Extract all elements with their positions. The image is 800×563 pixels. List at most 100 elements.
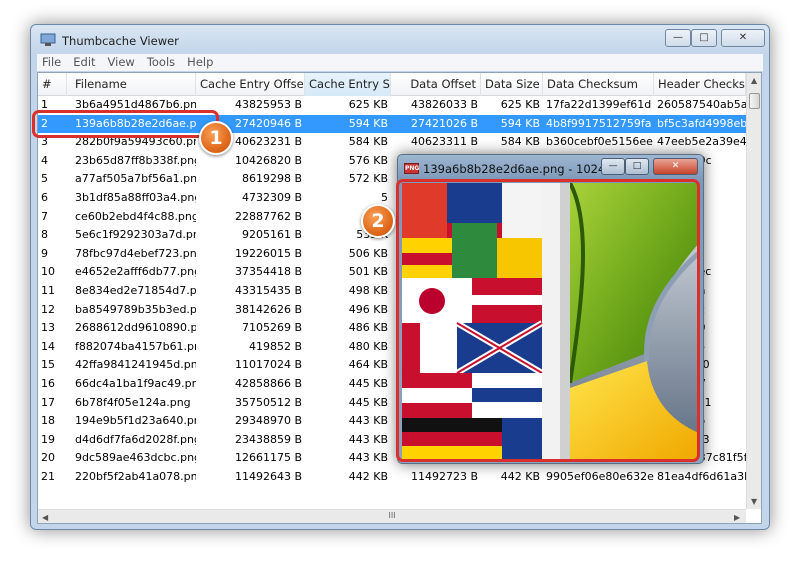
cell-data-checksum: b360cebf0e5156ee xyxy=(546,135,653,149)
cell-cache-entry-offset: 12661175 B xyxy=(234,451,302,465)
cell-cache-entry-offset: 35750512 B xyxy=(234,395,302,409)
scroll-grip[interactable]: III xyxy=(38,511,746,520)
cell-cache-entry-offset: 9205161 B xyxy=(241,228,302,242)
column-header-header-checksum[interactable]: Header Checksu xyxy=(654,73,746,96)
cell-data-size: 625 KB xyxy=(500,98,540,111)
cell-data-checksum: 17fa22d1399ef61d xyxy=(546,98,652,111)
cell-index: 19 xyxy=(41,432,55,446)
cell-filename: a77af505a7bf56a1.png xyxy=(75,172,196,186)
cell-cache-entry-size: 486 KB xyxy=(348,321,388,335)
list-header: # Filename Cache Entry Offset Cache Entr… xyxy=(38,73,746,96)
menu-bar: File Edit View Tools Help xyxy=(37,54,763,71)
cell-cache-entry-offset: 42858866 B xyxy=(234,377,302,390)
cell-index: 9 xyxy=(41,246,48,260)
scroll-down-icon[interactable]: ▼ xyxy=(751,497,757,506)
table-row[interactable]: 21 220bf5f2ab41a078.png 11492643 B 442 KB 11… xyxy=(38,468,746,486)
cell-filename: 78fbc97d4ebef723.png xyxy=(75,246,196,260)
scroll-up-icon[interactable]: ▲ xyxy=(751,76,757,85)
cell-cache-entry-size: 584 KB xyxy=(348,135,388,149)
cell-filename: 42ffa9841241945d.png xyxy=(75,358,196,372)
cell-index: 16 xyxy=(41,377,55,390)
cell-index: 18 xyxy=(41,414,55,428)
scroll-thumb[interactable] xyxy=(749,93,760,109)
horizontal-scrollbar[interactable]: ◀ III ▶ xyxy=(38,509,746,523)
cell-filename: 23b65d87ff8b338f.png xyxy=(75,153,196,167)
cell-index: 13 xyxy=(41,321,55,335)
cell-data-size: 594 KB xyxy=(500,116,540,130)
menu-file[interactable]: File xyxy=(42,54,61,71)
cell-filename: 220bf5f2ab41a078.png xyxy=(75,470,196,483)
cell-cache-entry-size: 506 KB xyxy=(348,246,388,260)
cell-data-checksum: 9905ef06e80e632e xyxy=(546,470,654,483)
cell-cache-entry-size: 442 KB xyxy=(348,470,388,483)
preview-close-button[interactable]: ✕ xyxy=(653,158,698,175)
cell-filename: 9dc589ae463dcbc.png xyxy=(75,451,196,465)
close-button[interactable]: ✕ xyxy=(721,29,765,47)
cell-cache-entry-offset: 11017024 B xyxy=(234,358,302,372)
column-header-data-checksum[interactable]: Data Checksum xyxy=(543,73,654,96)
cell-cache-entry-size: 445 KB xyxy=(348,395,388,409)
cell-cache-entry-size: 576 KB xyxy=(348,153,388,167)
title-bar[interactable]: Thumbcache Viewer — □ ✕ xyxy=(31,25,769,53)
cell-index: 17 xyxy=(41,395,55,409)
vertical-scrollbar[interactable]: ▲ ▼ xyxy=(746,73,761,509)
cell-filename: 2688612dd9610890.png xyxy=(75,321,196,335)
cell-filename: 3b1df85a88ff03a4.png xyxy=(75,191,196,204)
cell-index: 12 xyxy=(41,302,55,316)
cell-cache-entry-offset: 4732309 B xyxy=(241,191,302,204)
png-file-icon: PNG xyxy=(404,163,420,174)
callout-badge-1: 1 xyxy=(199,121,233,155)
scroll-right-icon[interactable]: ▶ xyxy=(734,513,740,522)
cell-data-offset: 40623311 B xyxy=(410,135,478,149)
cell-filename: 6b78f4f05e124a.png xyxy=(75,395,191,409)
maximize-button[interactable]: □ xyxy=(691,29,717,47)
highlight-selected-row xyxy=(32,110,219,138)
cell-data-offset: 43826033 B xyxy=(410,98,478,111)
column-header-index[interactable]: # xyxy=(38,73,67,96)
cell-filename: ba8549789b35b3ed.png xyxy=(75,302,196,316)
preview-maximize-button[interactable]: □ xyxy=(625,158,649,175)
cell-index: 5 xyxy=(41,172,48,186)
cell-cache-entry-size: 443 KB xyxy=(348,432,388,446)
column-header-cache-entry-size[interactable]: Cache Entry S... xyxy=(305,73,391,96)
cell-cache-entry-offset: 19226015 B xyxy=(234,246,302,260)
column-header-data-size[interactable]: Data Size xyxy=(481,73,543,96)
menu-edit[interactable]: Edit xyxy=(73,54,95,71)
cell-filename: 66dc4a1ba1f9ac49.png xyxy=(75,377,196,390)
menu-help[interactable]: Help xyxy=(187,54,213,71)
cell-index: 14 xyxy=(41,339,55,353)
cell-filename: 5e6c1f9292303a7d.png xyxy=(75,228,196,242)
app-icon xyxy=(40,33,56,46)
cell-data-size: 442 KB xyxy=(500,470,540,483)
cell-cache-entry-size: 625 KB xyxy=(348,98,388,111)
preview-minimize-button[interactable]: — xyxy=(601,158,625,175)
cell-cache-entry-offset: 38142626 B xyxy=(234,302,302,316)
menu-tools[interactable]: Tools xyxy=(147,54,175,71)
cell-cache-entry-size: 594 KB xyxy=(348,116,388,130)
cell-filename: ce60b2ebd4f4c88.png xyxy=(75,209,196,223)
cell-header-checksum: bf5c3afd4998ebf xyxy=(657,116,746,130)
cell-filename: f882074ba4157b61.png xyxy=(75,339,196,353)
cell-index: 15 xyxy=(41,358,55,372)
preview-title: 139a6b8b28e2d6ae.png - 1024x... xyxy=(423,162,624,176)
cell-header-checksum: 260587540ab5ae xyxy=(657,98,746,111)
cell-index: 4 xyxy=(41,153,48,167)
cell-cache-entry-size: 464 KB xyxy=(348,358,388,372)
cell-cache-entry-size: 445 KB xyxy=(348,377,388,390)
cell-cache-entry-offset: 7105269 B xyxy=(241,321,302,335)
cell-cache-entry-offset: 22887762 B xyxy=(234,209,302,223)
column-header-data-offset[interactable]: Data Offset xyxy=(391,73,481,96)
cell-cache-entry-offset: 23438859 B xyxy=(234,432,302,446)
minimize-button[interactable]: — xyxy=(665,29,691,47)
menu-view[interactable]: View xyxy=(108,54,135,71)
callout-badge-2: 2 xyxy=(361,204,395,238)
cell-cache-entry-offset: 29348970 B xyxy=(234,414,302,428)
cell-index: 8 xyxy=(41,228,48,242)
cell-cache-entry-size: 572 KB xyxy=(348,172,388,186)
cell-filename: 194e9b5f1d23a640.png xyxy=(75,414,196,428)
cell-cache-entry-size: 501 KB xyxy=(348,265,388,279)
cell-index: 6 xyxy=(41,191,48,204)
cell-index: 7 xyxy=(41,209,48,223)
column-header-filename[interactable]: Filename xyxy=(67,73,196,96)
column-header-cache-entry-offset[interactable]: Cache Entry Offset xyxy=(196,73,305,96)
